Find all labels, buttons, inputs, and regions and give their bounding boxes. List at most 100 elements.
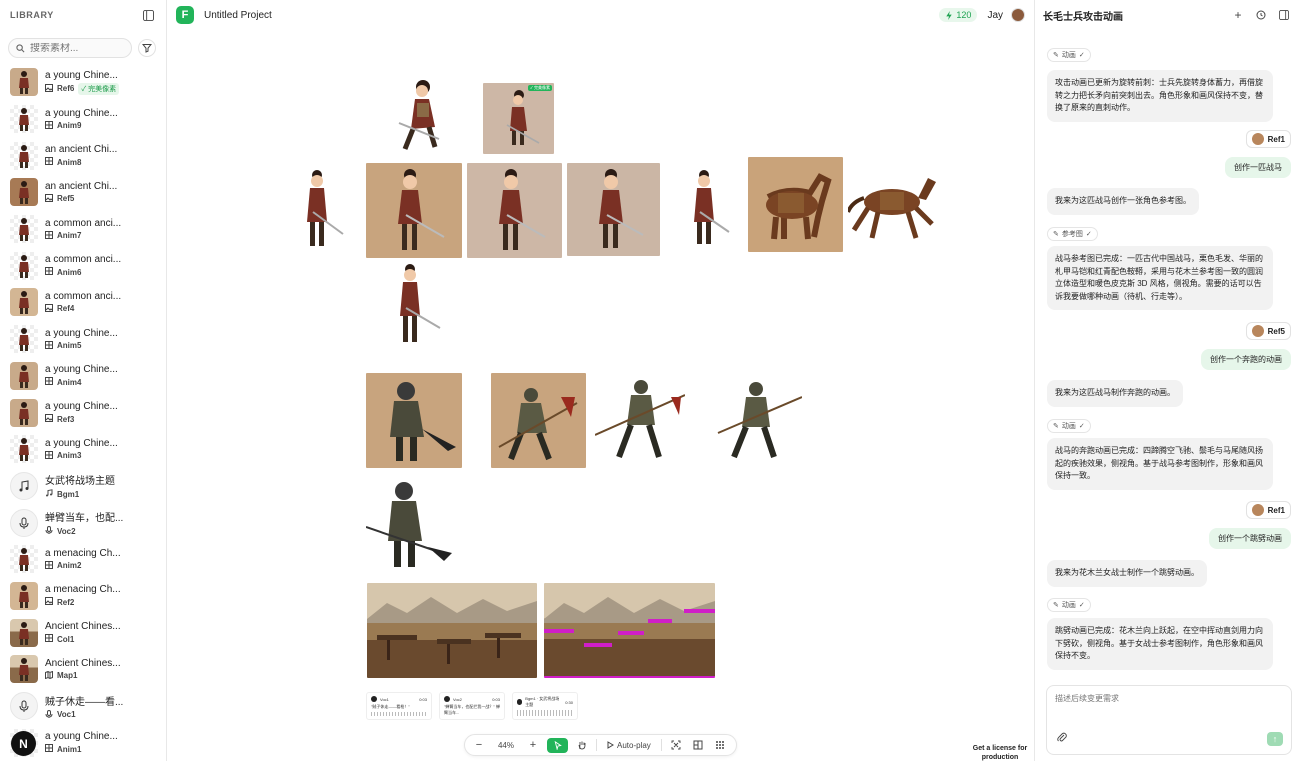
zoom-level[interactable]: 44% [493, 741, 519, 750]
battlefield-map-card[interactable] [367, 583, 537, 678]
audio-card-voc1[interactable]: Voc1 0:03 "贼子休走——看枪！" [366, 692, 432, 720]
project-logo[interactable]: F [176, 6, 194, 24]
hand-tool-button[interactable] [574, 737, 590, 753]
asset-type-icon [45, 489, 53, 499]
project-name[interactable]: Untitled Project [204, 10, 272, 21]
asset-item[interactable]: an ancient Chi... Anim8 [10, 137, 166, 174]
asset-label: Ref4 [57, 304, 75, 314]
grid-button[interactable] [712, 737, 728, 753]
asset-item[interactable]: a common anci... Anim7 [10, 211, 166, 248]
asset-type-icon [45, 560, 53, 571]
soldier-ref-card[interactable] [366, 373, 462, 468]
assistant-message: 战马参考图已完成：一匹古代中国战马，栗色毛发、华丽的札甲马铠和红青配色鞍鞯，采用… [1047, 246, 1273, 311]
asset-item[interactable]: 女武将战场主题 Bgm1 [10, 468, 166, 505]
asset-name: a young Chine... [45, 364, 118, 376]
asset-type-icon [45, 744, 53, 754]
tool-tag-animation[interactable]: ✎ 动画 ✓ [1047, 48, 1091, 62]
asset-item[interactable]: a young Chine... Ref3 [10, 394, 166, 431]
asset-list: a young Chine... Ref6 ✓ 完美像素 a young Chine.… [0, 64, 166, 761]
asset-item[interactable]: a young Chine... Anim3 [10, 431, 166, 468]
asset-thumbnail [10, 288, 38, 317]
audio-duration: 0:03 [419, 696, 427, 702]
asset-name: Ancient Chines... [45, 621, 121, 633]
audio-duration: 0:30 [565, 699, 573, 705]
select-tool-button[interactable] [547, 737, 568, 753]
asset-thumbnail [10, 655, 38, 684]
asset-item[interactable]: 蝉臂当车，也配... Voc2 [10, 504, 166, 541]
assistant-message: 战马的奔跑动画已完成：四蹄腾空飞驰、鬃毛与马尾随风扬起的疾驰效果，侧视角。基于战… [1047, 438, 1273, 490]
search-input[interactable] [30, 42, 120, 54]
autoplay-button[interactable]: Auto-play [603, 741, 655, 750]
girl-idle-sprite[interactable] [301, 168, 346, 253]
filter-button[interactable] [138, 39, 156, 57]
asset-type-icon [45, 526, 53, 536]
soldier-thrust-sprite[interactable] [716, 377, 803, 463]
asset-item[interactable]: a common anci... Anim6 [10, 247, 166, 284]
fit-view-button[interactable] [668, 737, 684, 753]
tool-tag-animation[interactable]: ✎ 动画 ✓ [1047, 419, 1091, 433]
soldier-ref-card-2[interactable] [491, 373, 586, 468]
warhorse-ref-card[interactable] [748, 157, 843, 252]
tool-tag-reference[interactable]: ✎ 参考图 ✓ [1047, 227, 1098, 241]
asset-item[interactable]: Ancient Chines... Col1 [10, 614, 166, 651]
chat-input[interactable] [1055, 693, 1275, 713]
autoplay-label: Auto-play [617, 740, 651, 750]
assistant-message: 我来为这匹战马创作一张角色参考图。 [1047, 188, 1199, 215]
asset-thumbnail [10, 398, 38, 427]
filter-icon [142, 44, 152, 53]
asset-item[interactable]: Ancient Chines... Map1 [10, 651, 166, 688]
ref-label: Ref1 [1267, 505, 1285, 515]
tag-label: 参考图 [1061, 231, 1083, 238]
girl-walk-sprite[interactable] [390, 262, 442, 347]
girl-idle-sprite-2[interactable] [689, 168, 731, 250]
ref-chip[interactable]: Ref5 [1245, 322, 1291, 340]
attach-icon[interactable] [1057, 732, 1067, 746]
collapse-sidebar-icon[interactable] [140, 7, 156, 23]
soldier-attack-sprite[interactable] [594, 375, 686, 465]
asset-type-icon [45, 377, 53, 387]
ref-chip[interactable]: Ref1 [1245, 501, 1291, 519]
history-icon[interactable] [1253, 7, 1269, 23]
collapse-panel-icon[interactable] [1276, 7, 1292, 23]
zoom-in-button[interactable]: + [525, 737, 541, 753]
assistant-message: 我来为花木兰女战士制作一个跳劈动画。 [1047, 560, 1207, 587]
asset-item[interactable]: a young Chine... Anim5 [10, 321, 166, 358]
chat-input-box[interactable]: ↑ [1046, 685, 1292, 755]
asset-item[interactable]: a menacing Ch... Ref2 [10, 578, 166, 615]
chat-messages: ✎ 动画 ✓ 攻击动画已更新为旋转前刺：士兵先旋转身体蓄力，再借旋转之力把长矛向… [1035, 30, 1300, 670]
asset-item[interactable]: a young Chine... Ref6 ✓ 完美像素 [10, 64, 166, 101]
girl-render-card-1[interactable] [366, 163, 462, 258]
asset-item[interactable]: an ancient Chi... Ref5 [10, 174, 166, 211]
project-canvas[interactable]: ✓ 完美像素 Voc1 0:03 "贼子休走——看枪！" Voc2 0:03 "… [167, 30, 1034, 761]
ref-label: Ref5 [1267, 326, 1285, 336]
asset-type-icon [45, 303, 53, 314]
audio-card-bgm1[interactable]: Bgm1 · 女武将战场主题 0:30 [512, 692, 578, 720]
asset-thumbnail [10, 215, 38, 244]
asset-item[interactable]: 贼子休走——看... Voc1 [10, 688, 166, 725]
tool-tag-animation[interactable]: ✎ 动画 ✓ [1047, 598, 1091, 612]
send-button[interactable]: ↑ [1267, 732, 1283, 746]
girl-render-card-2[interactable] [467, 163, 562, 258]
credits-badge[interactable]: 120 [939, 8, 978, 22]
audio-card-voc2[interactable]: Voc2 0:03 "蝉臂当车，也配拦我一战？" 蝉臂当车... [439, 692, 505, 720]
user-avatar[interactable] [1011, 8, 1025, 22]
new-chat-icon[interactable]: + [1230, 7, 1246, 23]
girl-ref-card[interactable]: ✓ 完美像素 [483, 83, 554, 154]
asset-thumbnail [10, 508, 38, 537]
asset-item[interactable]: a menacing Ch... Anim2 [10, 541, 166, 578]
girl-attack-sprite[interactable] [395, 77, 447, 157]
asset-item[interactable]: a young Chine... Anim9 [10, 101, 166, 138]
asset-name: a young Chine... [45, 327, 118, 339]
battlefield-collision-card[interactable] [544, 583, 715, 678]
asset-item[interactable]: a common anci... Ref4 [10, 284, 166, 321]
general-sprite[interactable] [365, 477, 454, 572]
asset-search[interactable] [8, 38, 132, 58]
layout-button[interactable] [690, 737, 706, 753]
girl-render-card-3[interactable] [567, 163, 660, 256]
app-logo[interactable]: N [11, 731, 36, 756]
license-link[interactable]: Get a license for production [968, 744, 1032, 761]
asset-item[interactable]: a young Chine... Anim4 [10, 358, 166, 395]
warhorse-run-sprite[interactable] [846, 168, 941, 244]
ref-chip[interactable]: Ref1 [1245, 130, 1291, 148]
zoom-out-button[interactable]: − [471, 737, 487, 753]
